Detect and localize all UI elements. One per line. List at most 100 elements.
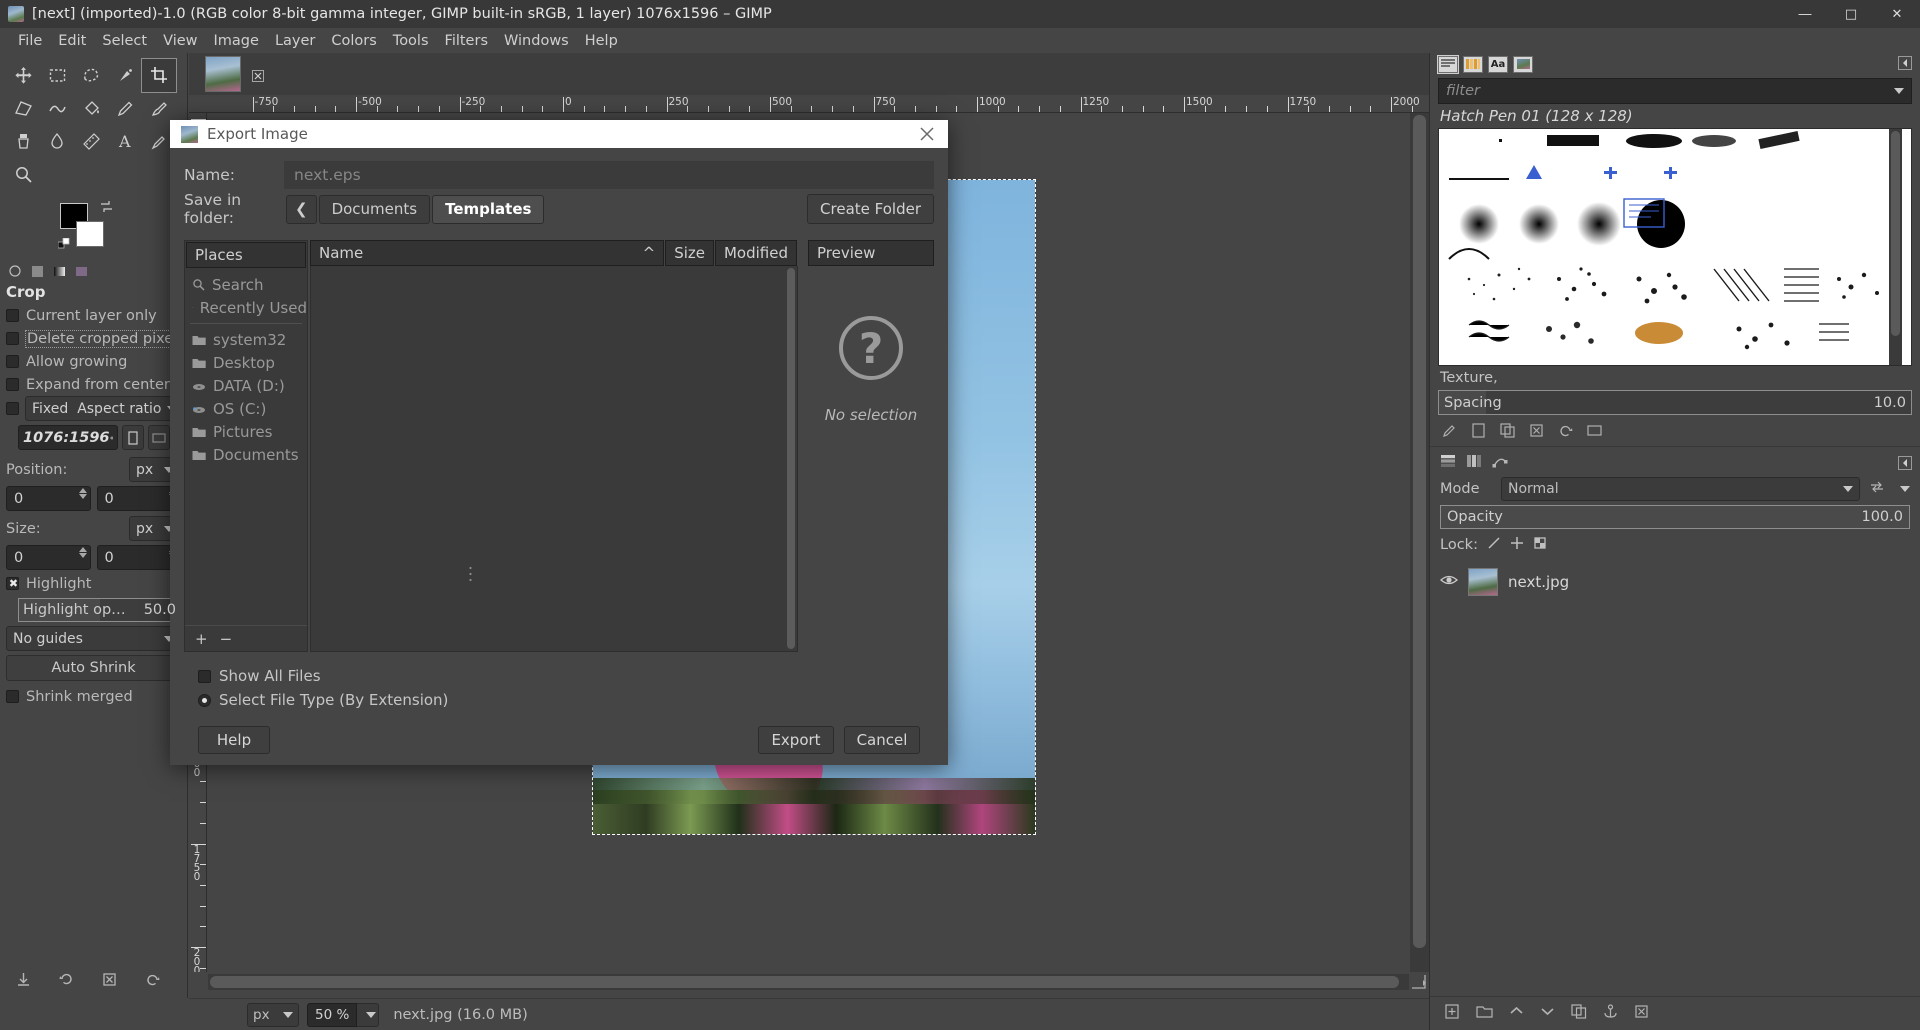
duplicate-brush-icon[interactable] [1500,423,1515,438]
free-select-tool-icon[interactable] [74,59,108,92]
option-expand-from-center[interactable]: Expand from center [0,373,187,396]
navigation-preview-button[interactable] [1410,973,1429,992]
aspect-mode-combo[interactable]: Fixed Aspect ratio [25,396,184,421]
zoom-dropdown-button[interactable] [357,1003,379,1027]
transform-tool-icon[interactable] [6,92,40,125]
minimize-button[interactable]: ― [1782,0,1828,28]
lock-pixels-icon[interactable] [1487,536,1501,554]
close-button[interactable]: ✕ [1874,0,1920,28]
rect-select-tool-icon[interactable] [40,59,74,92]
clone-tool-icon[interactable] [6,125,40,158]
select-file-type-row[interactable]: Select File Type (By Extension) [198,688,920,712]
place-item-system32[interactable]: system32 [185,328,307,351]
dock-menu-icon[interactable] [1898,56,1912,70]
highlight-opacity-slider[interactable]: Highlight op… 50.0 [18,598,181,622]
checkbox-shrink-merged[interactable] [6,690,19,703]
aspect-ratio-input[interactable]: 1076:1596 [18,425,118,450]
menu-image[interactable]: Image [206,30,267,52]
checkbox-current-layer-only[interactable] [6,309,19,322]
menu-colors[interactable]: Colors [323,30,384,52]
tab-fonts[interactable]: Aa [1488,56,1508,73]
brush-grid[interactable] [1438,128,1912,366]
breadcrumb-back-button[interactable]: ❮ [286,195,317,224]
option-allow-growing[interactable]: Allow growing [0,350,187,373]
reset-tool-options-icon[interactable] [145,972,160,991]
place-item-os-c[interactable]: OS (C:) [185,397,307,420]
chevron-down-icon[interactable] [1900,486,1910,492]
tab-patterns[interactable] [1463,56,1483,73]
delete-layer-icon[interactable] [1634,1004,1649,1023]
menu-select[interactable]: Select [94,30,155,52]
size-height-input[interactable]: 0 [97,545,182,570]
save-tool-preset-icon[interactable] [16,972,31,991]
checkbox-highlight[interactable] [6,577,19,590]
canvas-horizontal-scrollbar[interactable] [208,974,1409,990]
reset-colors-icon[interactable] [58,237,71,250]
layer-item[interactable]: next.jpg [1430,562,1920,602]
tab-layers-icon[interactable] [1440,454,1456,472]
raise-layer-icon[interactable] [1509,1004,1524,1023]
option-delete-cropped-pixels[interactable]: Delete cropped pixels [0,327,187,350]
show-all-files-row[interactable]: Show All Files [198,664,920,688]
layers-dock-menu-icon[interactable] [1898,456,1912,470]
tab-channels-icon[interactable] [1466,454,1482,472]
layer-mode-combo[interactable]: Normal [1501,477,1860,501]
horizontal-ruler[interactable]: -750-500-2500250500750100012501500175020… [189,95,1429,113]
brush-grid-scrollbar[interactable] [1889,129,1902,366]
layer-opacity-slider[interactable]: Opacity 100.0 [1440,505,1910,529]
layer-name[interactable]: next.jpg [1508,573,1569,591]
file-list-scrollbar[interactable] [785,266,797,651]
checkbox-allow-growing[interactable] [6,355,19,368]
position-x-input[interactable]: 0 [6,486,91,511]
gradient-indicator-icon[interactable] [52,264,67,279]
delete-brush-icon[interactable] [1529,423,1544,438]
file-list-body[interactable] [310,266,798,652]
canvas-vertical-scrollbar[interactable] [1410,113,1429,972]
zoom-tool-icon[interactable] [6,158,40,191]
place-item-data-d[interactable]: DATA (D:) [185,374,307,397]
option-current-layer-only[interactable]: Current layer only [0,304,187,327]
place-item-pictures[interactable]: Pictures [185,420,307,443]
expander-select-file-type[interactable] [198,694,211,707]
lock-position-icon[interactable] [1510,536,1524,554]
new-layer-icon[interactable] [1444,1004,1460,1023]
image-tab-thumbnail[interactable] [205,56,241,92]
checkbox-fixed-aspect[interactable] [6,402,19,415]
export-button[interactable]: Export [758,726,834,754]
maximize-button[interactable]: □ [1828,0,1874,28]
brush-indicator-icon[interactable] [8,264,23,279]
open-brush-as-image-icon[interactable] [1587,423,1602,438]
anchor-layer-icon[interactable] [1603,1004,1618,1023]
image-indicator-icon[interactable] [74,264,89,279]
close-tab-icon[interactable] [252,68,264,80]
checkbox-delete-cropped-pixels[interactable] [6,332,19,345]
place-item-documents[interactable]: Documents [185,443,307,466]
landscape-orientation-button[interactable] [148,425,170,450]
column-modified[interactable]: Modified [715,240,797,266]
measure-tool-icon[interactable] [74,125,108,158]
bucket-fill-tool-icon[interactable] [74,92,108,125]
text-tool-icon[interactable]: A [108,125,142,158]
column-size[interactable]: Size [665,240,714,266]
new-brush-icon[interactable] [1471,423,1486,438]
delete-tool-preset-icon[interactable] [102,972,117,991]
breadcrumb-documents[interactable]: Documents [319,195,431,224]
size-width-input[interactable]: 0 [6,545,91,570]
pencil-tool-icon[interactable] [108,92,142,125]
color-swatches[interactable] [16,199,187,261]
option-highlight[interactable]: Highlight [0,572,187,595]
lower-layer-icon[interactable] [1540,1004,1555,1023]
zoom-control[interactable]: 50 % [307,1003,379,1027]
swap-colors-icon[interactable] [100,199,113,212]
status-unit-combo[interactable]: px [247,1003,299,1027]
help-button[interactable]: Help [198,726,270,754]
place-item-recently-used[interactable]: Recently Used [185,296,307,319]
remove-place-button[interactable]: − [220,630,233,648]
spacing-slider[interactable]: Spacing 10.0 [1438,390,1912,415]
menu-view[interactable]: View [155,30,205,52]
cancel-button[interactable]: Cancel [844,726,920,754]
checkbox-show-all-files[interactable] [198,670,211,683]
lock-alpha-icon[interactable] [1533,536,1547,554]
pattern-indicator-icon[interactable] [30,264,45,279]
restore-tool-preset-icon[interactable] [59,972,74,991]
